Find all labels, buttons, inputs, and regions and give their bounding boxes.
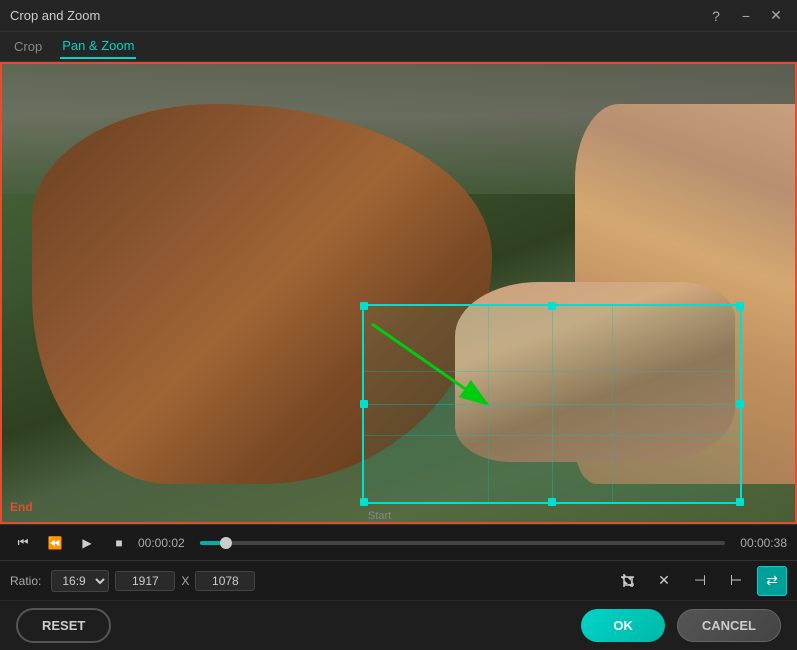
grid-line-v2 — [612, 306, 613, 502]
handle-bottom-left[interactable] — [360, 498, 368, 506]
grid-line-h2 — [364, 435, 740, 436]
tab-bar: Crop Pan & Zoom — [0, 32, 797, 62]
ok-button[interactable]: OK — [581, 609, 665, 642]
total-time: 00:00:38 — [731, 536, 787, 550]
current-time: 00:00:02 — [138, 536, 194, 550]
reset-button[interactable]: RESET — [16, 608, 111, 643]
title-bar: Crop and Zoom ? − ✕ — [0, 0, 797, 32]
ratio-label: Ratio: — [10, 574, 41, 588]
handle-top-right[interactable] — [736, 302, 744, 310]
grid-line-v1 — [488, 306, 489, 502]
panzoom-selection-box[interactable]: Start — [362, 304, 742, 504]
grid-line-h1 — [364, 371, 740, 372]
handle-top-mid[interactable] — [548, 302, 556, 310]
close-button[interactable]: ✕ — [765, 5, 787, 27]
end-label: End — [10, 500, 33, 514]
tab-crop[interactable]: Crop — [12, 35, 44, 58]
handle-right-mid[interactable] — [736, 400, 744, 408]
start-label: Start — [368, 510, 391, 522]
ratio-select[interactable]: 16:9 4:3 1:1 — [51, 570, 109, 592]
dimension-toolbar: Ratio: 16:9 4:3 1:1 X ✕ ⊣ ⊢ ⇄ — [0, 560, 797, 600]
video-preview: Start End — [0, 62, 797, 524]
window-controls: ? − ✕ — [705, 5, 787, 27]
handle-bottom-mid[interactable] — [548, 498, 556, 506]
align-right-button[interactable]: ⊢ — [721, 566, 751, 596]
playback-controls: ⏮ ⏪ ▶ ■ 00:00:02 00:00:38 — [0, 524, 797, 560]
handle-top-left[interactable] — [360, 302, 368, 310]
handle-bottom-right[interactable] — [736, 498, 744, 506]
confirm-cancel-group: OK CANCEL — [581, 609, 781, 642]
height-input[interactable] — [195, 571, 255, 591]
window-title: Crop and Zoom — [10, 8, 100, 23]
prev-frame-button[interactable]: ⏮ — [10, 530, 36, 556]
progress-thumb[interactable] — [220, 537, 232, 549]
help-button[interactable]: ? — [705, 5, 727, 27]
width-input[interactable] — [115, 571, 175, 591]
swap-button[interactable]: ⇄ — [757, 566, 787, 596]
crop-tool-button[interactable] — [613, 566, 643, 596]
align-left-button[interactable]: ⊣ — [685, 566, 715, 596]
tab-pan-zoom[interactable]: Pan & Zoom — [60, 34, 136, 59]
dimension-separator: X — [181, 574, 189, 588]
stop-button[interactable]: ■ — [106, 530, 132, 556]
step-back-button[interactable]: ⏪ — [42, 530, 68, 556]
close-crop-button[interactable]: ✕ — [649, 566, 679, 596]
minimize-button[interactable]: − — [735, 5, 757, 27]
progress-bar[interactable] — [200, 541, 725, 545]
action-row: RESET OK CANCEL — [0, 600, 797, 650]
cancel-button[interactable]: CANCEL — [677, 609, 781, 642]
handle-left-mid[interactable] — [360, 400, 368, 408]
play-button[interactable]: ▶ — [74, 530, 100, 556]
